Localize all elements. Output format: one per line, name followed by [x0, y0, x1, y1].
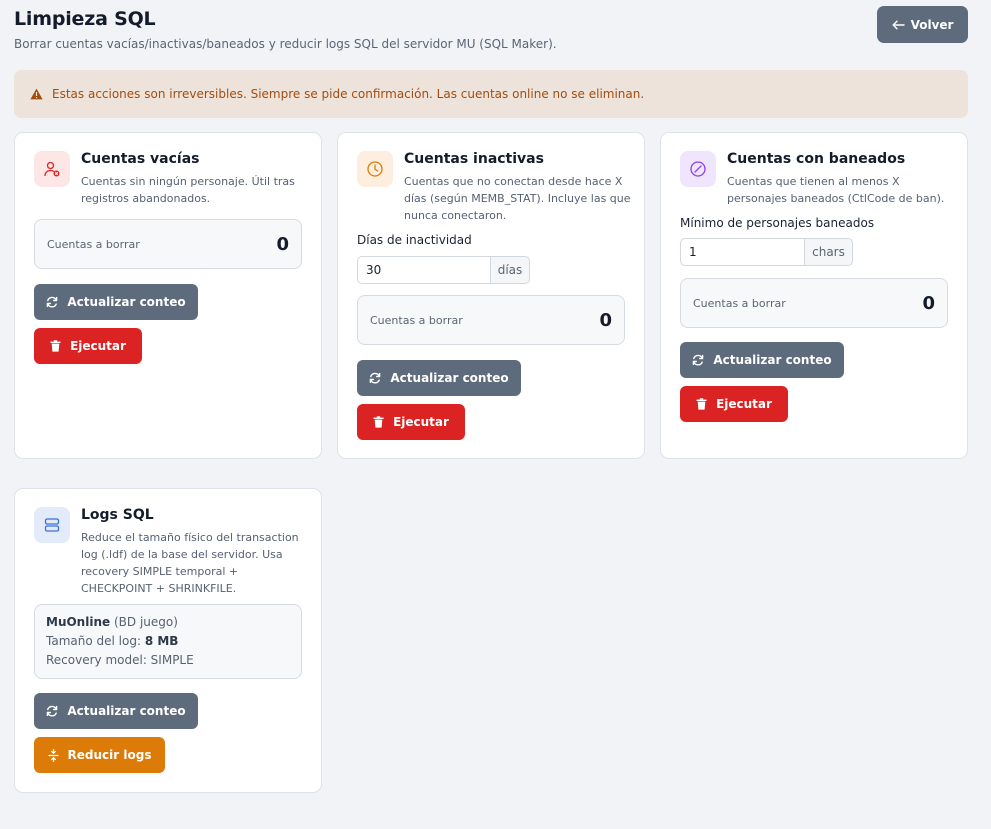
count-box: Cuentas a borrar 0	[357, 295, 625, 345]
execute-button[interactable]: Ejecutar	[357, 404, 465, 440]
execute-label: Ejecutar	[716, 397, 772, 411]
days-suffix: días	[491, 256, 530, 284]
description-line: registros abandonados.	[81, 192, 211, 205]
refresh-count-label: Actualizar conteo	[67, 295, 186, 309]
execute-label: Ejecutar	[70, 339, 126, 353]
trash-icon	[373, 416, 384, 428]
refresh-count-button[interactable]: Actualizar conteo	[680, 342, 844, 378]
recovery-model: Recovery model: SIMPLE	[46, 653, 194, 667]
refresh-icon	[46, 705, 58, 717]
refresh-count-label: Actualizar conteo	[713, 353, 832, 367]
count-box: Cuentas a borrar 0	[680, 278, 948, 328]
card-empty-accounts: Cuentas vacías Cuentas sin ningún person…	[14, 132, 322, 459]
shrink-logs-button[interactable]: Reducir logs	[34, 737, 165, 773]
refresh-count-button[interactable]: Actualizar conteo	[34, 693, 198, 729]
log-size-row: Tamaño del log: 8 MB	[46, 632, 290, 651]
page-subtitle: Borrar cuentas vacías/inactivas/baneados…	[14, 37, 557, 51]
warning-icon	[30, 88, 43, 100]
card-sql-logs: Logs SQL Reduce el tamaño físico del tra…	[14, 488, 322, 793]
inactivity-days-label: Días de inactividad	[357, 233, 472, 247]
log-size-label: Tamaño del log:	[46, 634, 141, 648]
card-title: Cuentas inactivas	[404, 151, 544, 167]
clock-icon	[357, 151, 393, 187]
count-box: Cuentas a borrar 0	[34, 219, 302, 269]
arrow-left-icon	[892, 20, 905, 30]
card-description: Reduce el tamaño físico del transaction …	[81, 529, 299, 597]
db-info-box: MuOnline (BD juego) Tamaño del log: 8 MB…	[34, 604, 302, 679]
count-value: 0	[276, 233, 289, 255]
trash-icon	[696, 398, 707, 410]
inactivity-days-field: 30 días	[357, 256, 530, 284]
count-label: Cuentas a borrar	[47, 237, 140, 251]
count-label: Cuentas a borrar	[370, 313, 463, 327]
db-name-row: MuOnline (BD juego)	[46, 613, 290, 632]
execute-label: Ejecutar	[393, 415, 449, 429]
description-line: CHECKPOINT + SHRINKFILE.	[81, 582, 237, 595]
server-icon	[34, 507, 70, 543]
back-button-label: Volver	[910, 17, 954, 32]
refresh-count-label: Actualizar conteo	[390, 371, 509, 385]
description-line: recovery SIMPLE temporal +	[81, 565, 239, 578]
db-note: (BD juego)	[113, 615, 178, 629]
min-banned-input[interactable]: 1	[680, 238, 805, 266]
card-description: Cuentas que tienen al menos X personajes…	[727, 173, 944, 207]
db-name: MuOnline	[46, 615, 111, 629]
refresh-icon	[369, 372, 381, 384]
card-title: Cuentas con baneados	[727, 151, 906, 167]
min-banned-label: Mínimo de personajes baneados	[680, 216, 875, 230]
card-title: Cuentas vacías	[81, 151, 200, 167]
description-line: Cuentas que tienen al menos X	[727, 175, 900, 188]
refresh-icon	[46, 296, 58, 308]
card-description: Cuentas que no conectan desde hace X día…	[404, 173, 631, 224]
card-inactive-accounts: Cuentas inactivas Cuentas que no conecta…	[337, 132, 645, 459]
card-title: Logs SQL	[81, 507, 154, 523]
description-line: Cuentas sin ningún personaje. Útil tras	[81, 175, 295, 188]
description-line: personajes baneados (CtlCode de ban).	[727, 192, 945, 205]
page-title: Limpieza SQL	[14, 8, 156, 30]
page-header: Limpieza SQL Borrar cuentas vacías/inact…	[14, 6, 968, 58]
card-banned-accounts: Cuentas con baneados Cuentas que tienen …	[660, 132, 968, 459]
card-description: Cuentas sin ningún personaje. Útil tras …	[81, 173, 295, 207]
description-line: Reduce el tamaño físico del transaction	[81, 531, 299, 544]
trash-icon	[50, 340, 61, 352]
execute-button[interactable]: Ejecutar	[34, 328, 142, 364]
description-line: Cuentas que no conectan desde hace X	[404, 175, 623, 188]
execute-button[interactable]: Ejecutar	[680, 386, 788, 422]
log-size-value: 8 MB	[144, 634, 179, 648]
alert-text: Estas acciones son irreversibles. Siempr…	[52, 87, 645, 101]
refresh-count-label: Actualizar conteo	[67, 704, 186, 718]
count-value: 0	[599, 309, 612, 331]
refresh-icon	[692, 354, 704, 366]
chars-suffix: chars	[805, 238, 853, 266]
warning-alert: Estas acciones son irreversibles. Siempr…	[14, 70, 968, 118]
count-label: Cuentas a borrar	[693, 296, 786, 310]
min-banned-field: 1 chars	[680, 238, 853, 266]
refresh-count-button[interactable]: Actualizar conteo	[357, 360, 521, 396]
count-value: 0	[922, 292, 935, 314]
description-line: log (.ldf) de la base del servidor. Usa	[81, 548, 283, 561]
compress-icon	[47, 748, 59, 762]
refresh-count-button[interactable]: Actualizar conteo	[34, 284, 198, 320]
description-line: días (según MEMB_STAT). Incluye las que	[404, 192, 631, 205]
back-button[interactable]: Volver	[877, 6, 968, 43]
user-remove-icon	[34, 151, 70, 187]
ban-icon	[680, 151, 716, 187]
shrink-logs-label: Reducir logs	[67, 748, 152, 762]
description-line: nunca conectaron.	[404, 209, 507, 222]
inactivity-days-input[interactable]: 30	[357, 256, 491, 284]
